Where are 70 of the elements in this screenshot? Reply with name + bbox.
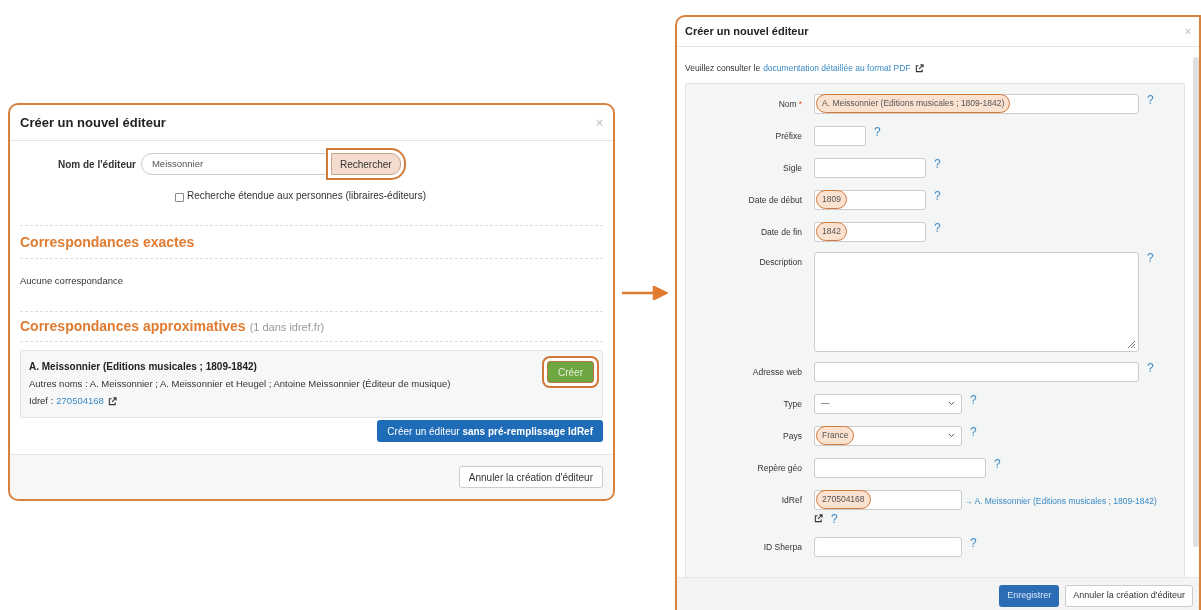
help-icon[interactable]: ? [970,536,977,549]
external-link-icon [814,514,823,524]
help-icon[interactable]: ? [831,512,838,525]
highlight-marker: 270504168 [816,490,871,510]
help-icon[interactable]: ? [934,189,941,202]
input-field[interactable]: A. Meissonnier (Editions musicales ; 1809-1842) [814,93,1139,114]
input-field[interactable] [814,457,986,478]
highlight-marker: France [816,426,855,446]
external-link-icon [107,396,117,406]
input-field[interactable] [814,361,1139,382]
field-label: Description [759,255,802,269]
field-label: Type [783,397,802,411]
idref-label: Idref : [29,394,54,409]
chevron-down-icon [948,401,955,407]
help-icon[interactable]: ? [994,457,1001,470]
section-heading: Correspondances approximatives [20,317,246,336]
result-title: A. Meissonnier (Editions musicales ; 1809-1842) [29,360,258,374]
select-field[interactable]: France [814,425,962,446]
field-label: Sigle [783,161,802,175]
help-icon[interactable]: ? [1147,251,1154,264]
field-label: Nom de l'éditeur [58,157,136,172]
highlight-marker: 1842 [816,222,847,242]
input-field[interactable]: 1842 [814,221,926,242]
create-without-prefill-button[interactable]: Créer un éditeur sans pré-remplissage IdRef [377,420,603,442]
cancel-button[interactable]: Annuler la création d'éditeur [1065,584,1193,607]
resize-grip-icon [1127,339,1136,349]
field-label: Adresse web [752,365,802,379]
field-label: IdRef [781,493,802,507]
help-icon[interactable]: ? [934,221,941,234]
field-label: Date de fin [760,225,802,239]
documentation-link[interactable]: documentation détaillée au format PDF [763,62,911,75]
input-field[interactable]: 270504168 [814,489,962,510]
save-button[interactable]: Enregistrer [999,584,1060,607]
help-icon[interactable]: ? [1147,361,1154,374]
intro-text: Veuillez consulter le [685,62,761,75]
input-field[interactable] [814,157,926,178]
empty-message: Aucune correspondance [20,275,123,286]
input-field[interactable]: 1809 [814,189,926,210]
match-count: (1 dans idref.fr) [249,320,325,335]
field-label: Date de début [748,193,802,207]
input-field[interactable] [814,536,962,557]
checkbox[interactable] [175,192,184,202]
highlight-marker: A. Meissonnier (Editions musicales ; 1809-1842) [816,94,1011,114]
select-field[interactable]: — [814,393,962,414]
cancel-button[interactable]: Annuler la création d'éditeur [458,466,603,488]
field-label: ID Sherpa [763,540,802,554]
field-label: Préfixe [775,129,802,143]
chevron-down-icon [948,433,955,439]
dialog-title: Créer un nouvel éditeur [20,113,166,132]
external-link-icon [914,63,924,73]
help-icon[interactable]: ? [970,425,977,438]
other-names: Autres noms : A. Meissonnier ; A. Meissonnier et Heugel ; Antoine Meissonnier (Éditeur de musique) [29,377,451,391]
field-label: Repère géo [757,461,802,475]
help-icon[interactable]: ? [1147,93,1154,106]
section-heading: Correspondances exactes [20,234,195,250]
field-label: Pays [783,429,802,443]
dialog-title: Créer un nouvel éditeur [685,24,809,40]
idref-link[interactable]: → A. Meissonnier (Editions musicales ; 1809-1842) [964,494,1157,508]
help-icon[interactable]: ? [874,125,881,138]
required-mark: * [798,97,802,111]
help-icon[interactable]: ? [970,393,977,406]
highlight-marker: 1809 [816,190,847,210]
idref-link[interactable]: 270504168 [56,394,104,409]
text-area[interactable] [814,251,1139,352]
input-field[interactable] [814,125,866,146]
checkbox-label[interactable]: Recherche étendue aux personnes (libraires-éditeurs) [187,188,427,203]
arrow-right-icon [622,286,668,300]
help-icon[interactable]: ? [934,157,941,170]
field-label: Nom [778,97,797,111]
scrollbar[interactable] [1193,57,1199,547]
